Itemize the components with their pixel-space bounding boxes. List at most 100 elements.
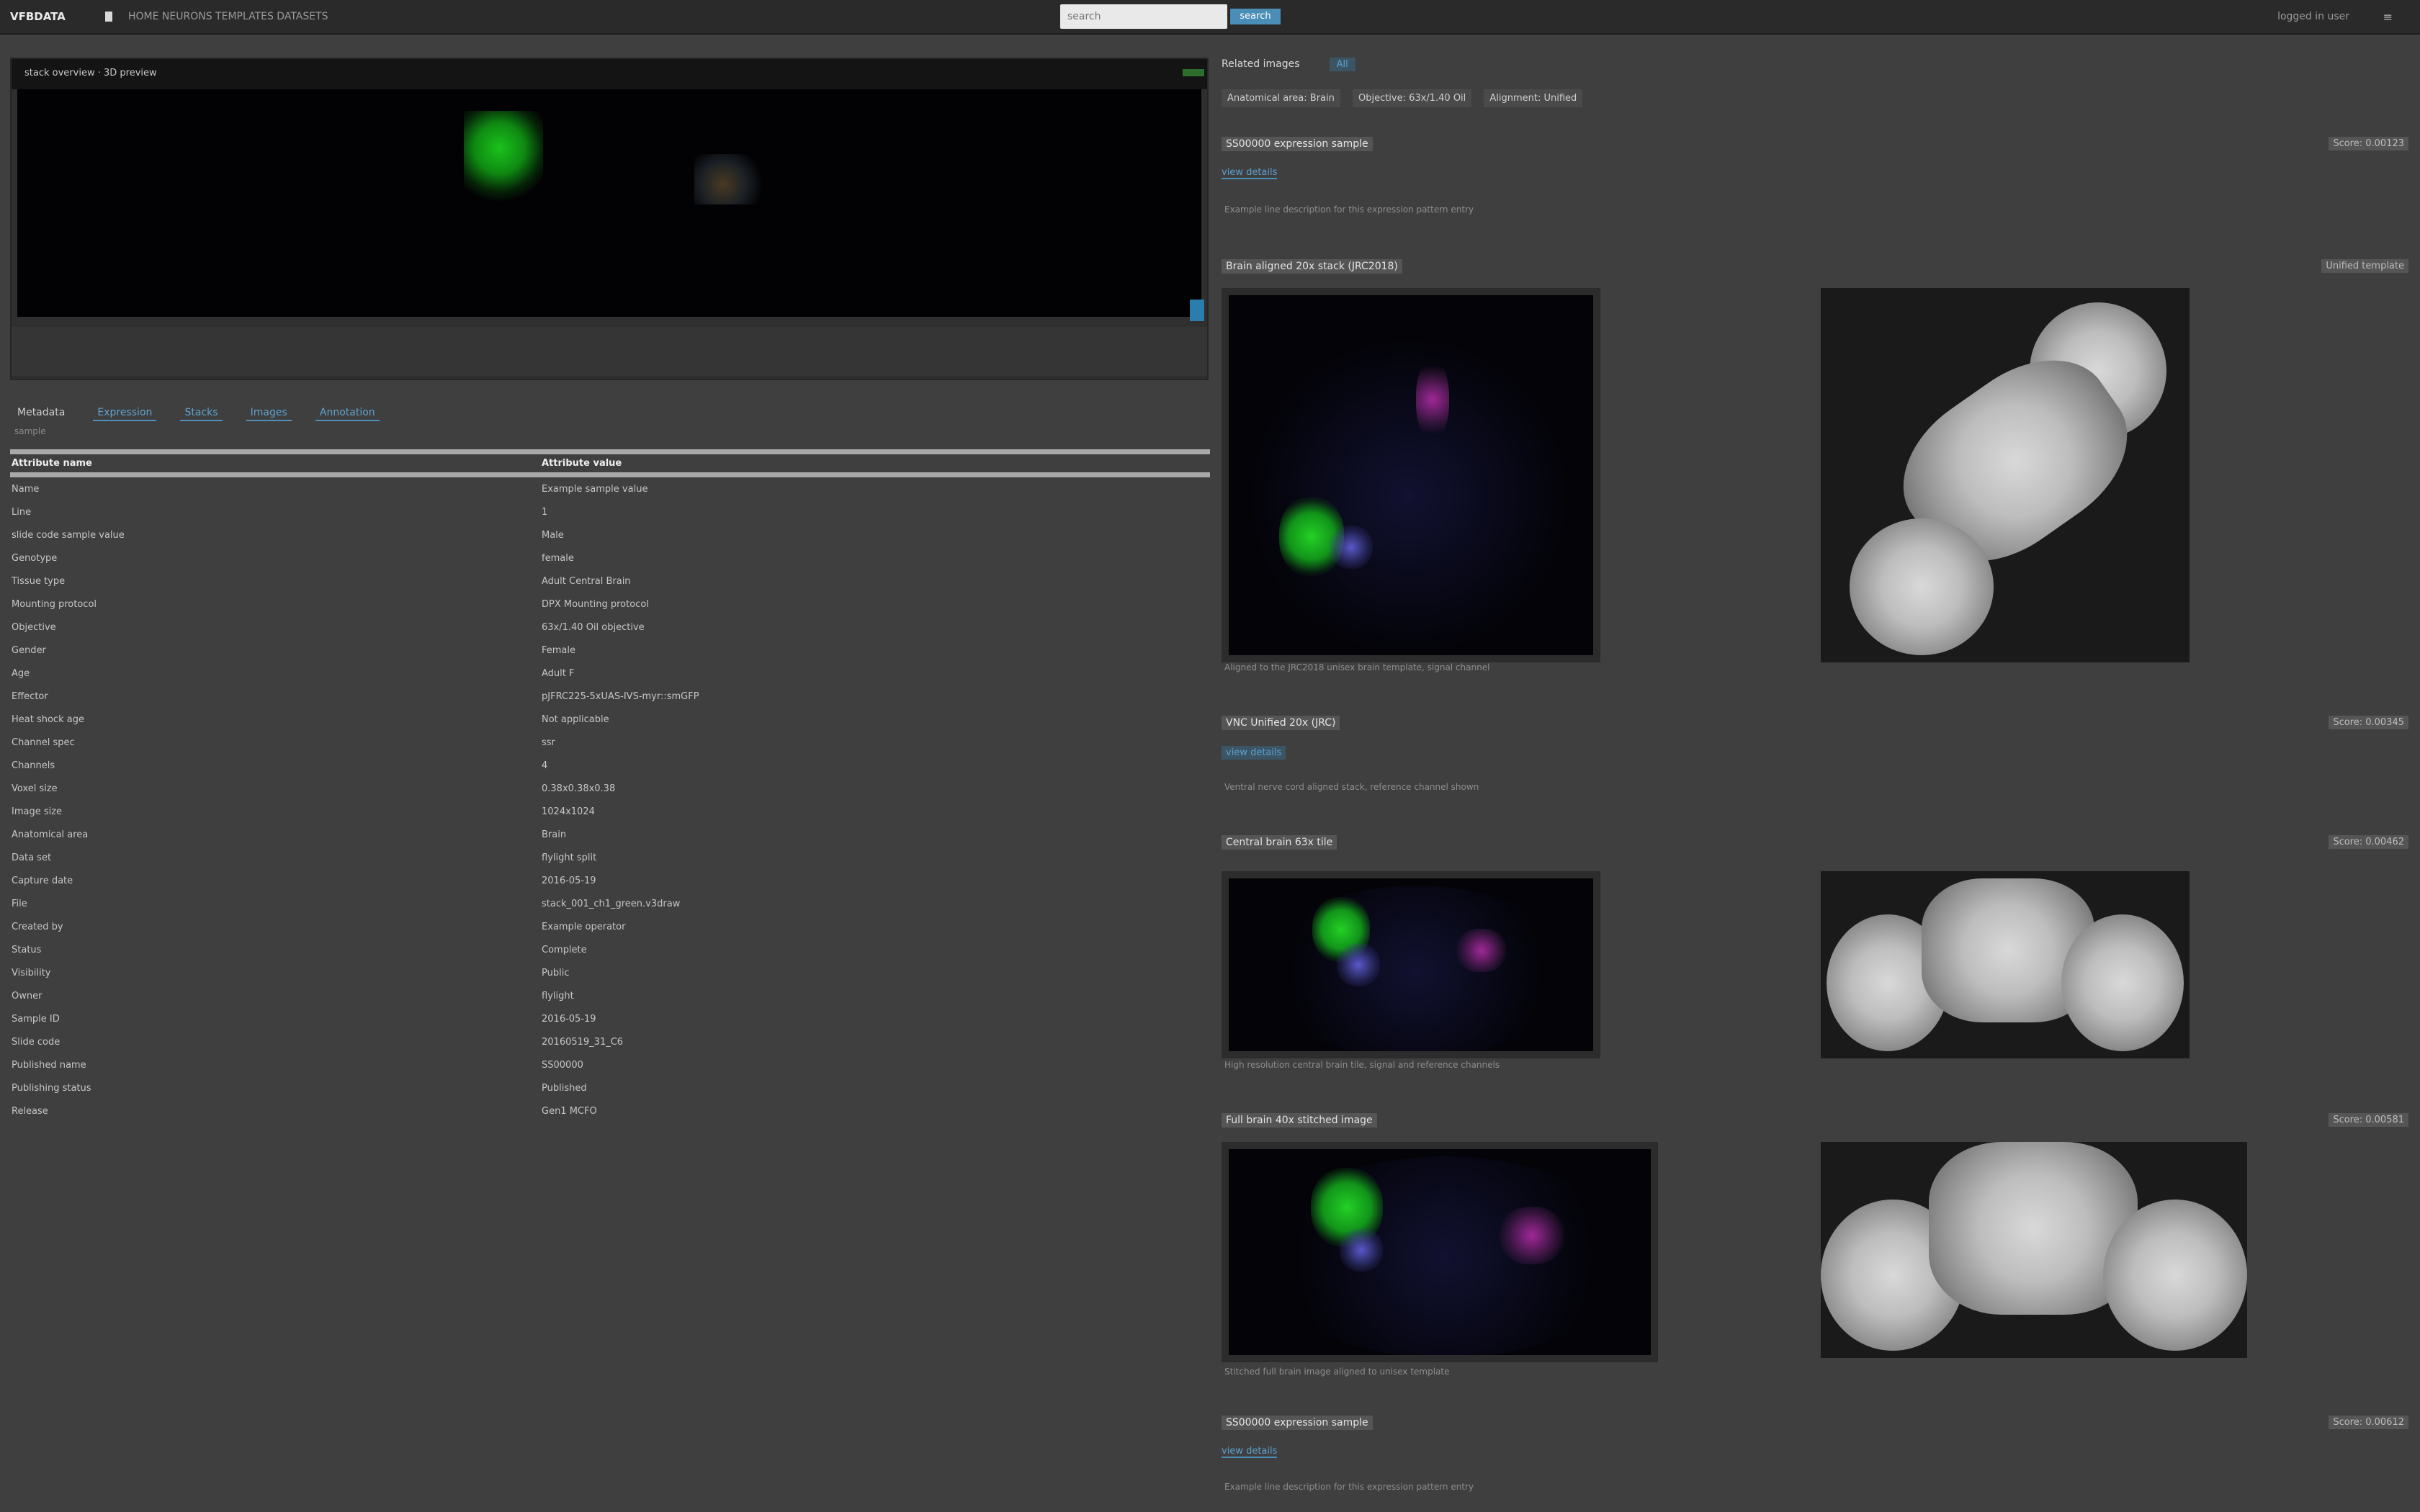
metadata-key: Mounting protocol [12, 599, 97, 610]
main-menu[interactable]: HOME NEURONS TEMPLATES DATASETS [128, 11, 328, 22]
result-score: Score: 0.00462 [2329, 835, 2408, 849]
result-item: Central brain 63x tile Score: 0.00462 Hi… [1222, 835, 2408, 1073]
metadata-row: Created by Example operator [10, 922, 1210, 945]
viewer-title-bar: stack overview · 3D preview [12, 59, 1207, 89]
metadata-key: Published name [12, 1060, 86, 1071]
filter-chip[interactable]: Anatomical area: Brain [1222, 89, 1340, 107]
reference-thumbnail[interactable] [1821, 288, 2190, 662]
result-name[interactable]: SS00000 expression sample [1222, 1416, 1373, 1430]
result-description: High resolution central brain tile, sign… [1224, 1060, 1500, 1070]
metadata-row: Status Complete [10, 945, 1210, 968]
result-description: Example line description for this expres… [1224, 204, 1474, 215]
channel-indicator-icon [1183, 69, 1204, 76]
metadata-key: Channel spec [12, 737, 75, 748]
result-name[interactable]: Brain aligned 20x stack (JRC2018) [1222, 259, 1402, 274]
metadata-row: Genotype female [10, 553, 1210, 576]
result-name[interactable]: Full brain 40x stitched image [1222, 1113, 1377, 1128]
tab-metadata[interactable]: Metadata [13, 405, 69, 420]
signal-thumbnail[interactable] [1222, 1142, 1658, 1362]
reference-thumbnail[interactable] [1821, 871, 2190, 1058]
signal-thumbnail[interactable] [1222, 288, 1600, 662]
metadata-key: Data set [12, 852, 52, 863]
metadata-value: 20160519_31_C6 [542, 1037, 624, 1048]
metadata-row: Anatomical area Brain [10, 829, 1210, 852]
metadata-row: Name Example sample value [10, 484, 1210, 507]
tab-images[interactable]: Images [246, 405, 292, 421]
background-haze [1243, 338, 1574, 655]
metadata-key: Sample ID [12, 1014, 60, 1025]
metadata-row: Gender Female [10, 645, 1210, 668]
signal-blob [464, 111, 543, 204]
metadata-key: Channels [12, 760, 55, 771]
metadata-value: Complete [542, 945, 587, 955]
signal-thumbnail[interactable] [1222, 871, 1600, 1058]
result-score: Score: 0.00612 [2329, 1416, 2408, 1429]
metadata-row: Image size 1024x1024 [10, 806, 1210, 829]
metadata-key: Line [12, 507, 32, 518]
viewer-canvas[interactable] [17, 89, 1204, 321]
result-description: Example line description for this expres… [1224, 1482, 1474, 1492]
result-description: Ventral nerve cord aligned stack, refere… [1224, 782, 1479, 792]
metadata-value: 0.38x0.38x0.38 [542, 783, 616, 794]
metadata-key: Publishing status [12, 1083, 91, 1094]
metadata-key: Tissue type [12, 576, 66, 587]
magenta-signal [1416, 360, 1449, 439]
result-name[interactable]: Central brain 63x tile [1222, 835, 1337, 850]
result-name[interactable]: VNC Unified 20x (JRC) [1222, 716, 1340, 730]
metadata-value: Brain [542, 829, 567, 840]
metadata-row: File stack_001_ch1_green.v3draw [10, 899, 1210, 922]
metadata-value: 1 [542, 507, 548, 518]
result-item: Brain aligned 20x stack (JRC2018) Unifie… [1222, 259, 2408, 691]
metadata-value: Adult F [542, 668, 575, 679]
metadata-key: Owner [12, 991, 42, 1002]
metadata-key: Created by [12, 922, 63, 932]
viewer-title: stack overview · 3D preview [24, 68, 157, 78]
results-tab-title[interactable]: Related images [1222, 58, 1300, 70]
metadata-row: Published name SS00000 [10, 1060, 1210, 1083]
viewer-controls [12, 327, 1207, 376]
metadata-value: 4 [542, 760, 548, 771]
filter-chip[interactable]: Objective: 63x/1.40 Oil [1352, 89, 1472, 107]
result-link[interactable]: view details [1222, 1446, 1278, 1458]
metadata-key: Genotype [12, 553, 58, 564]
metadata-key: Capture date [12, 876, 73, 886]
reference-thumbnail[interactable] [1821, 1142, 2247, 1358]
metadata-value: 63x/1.40 Oil objective [542, 622, 645, 633]
divider [10, 449, 1210, 454]
result-item: SS00000 expression sample Score: 0.00612… [1222, 1416, 2408, 1502]
tab-annotation[interactable]: Annotation [315, 405, 380, 421]
tab-expression[interactable]: Expression [93, 405, 157, 421]
metadata-row: Visibility Public [10, 968, 1210, 991]
search-input[interactable] [1060, 4, 1227, 29]
filter-chip[interactable]: Alignment: Unified [1484, 89, 1583, 107]
result-link[interactable]: view details [1222, 167, 1278, 179]
magenta-signal [1456, 929, 1507, 972]
lobe [1850, 518, 1994, 655]
resize-handle-icon[interactable] [1190, 300, 1204, 321]
metadata-row: Slide code 20160519_31_C6 [10, 1037, 1210, 1060]
metadata-value: flylight split [542, 852, 597, 863]
metadata-row: slide code sample value Male [10, 530, 1210, 553]
blue-signal [1340, 1228, 1383, 1272]
metadata-key: Status [12, 945, 42, 955]
results-badge[interactable]: All [1329, 58, 1355, 71]
metadata-value: DPX Mounting protocol [542, 599, 649, 610]
metadata-table: Name Example sample value Line 1 slide code … [10, 484, 1210, 1129]
metadata-row: Publishing status Published [10, 1083, 1210, 1106]
result-description: Stitched full brain image aligned to uni… [1224, 1367, 1450, 1377]
metadata-row: Effector pJFRC225-5xUAS-IVS-myr::smGFP [10, 691, 1210, 714]
metadata-value: ssr [542, 737, 555, 748]
app-logo[interactable]: VFBDATA [10, 10, 66, 23]
blue-signal [1337, 943, 1380, 986]
metadata-key: Image size [12, 806, 63, 817]
result-link[interactable]: view details [1222, 746, 1286, 760]
lobe [2103, 1200, 2247, 1351]
result-name[interactable]: SS00000 expression sample [1222, 137, 1373, 151]
metadata-value: female [542, 553, 574, 564]
bookmark-icon[interactable] [105, 12, 112, 22]
results-panel: Related images All Anatomical area: Brai… [1222, 0, 2420, 1512]
result-score: Score: 0.00581 [2329, 1113, 2408, 1127]
image-viewer: stack overview · 3D preview [10, 58, 1209, 380]
result-score: Score: 0.00345 [2329, 716, 2408, 729]
tab-stacks[interactable]: Stacks [180, 405, 223, 421]
